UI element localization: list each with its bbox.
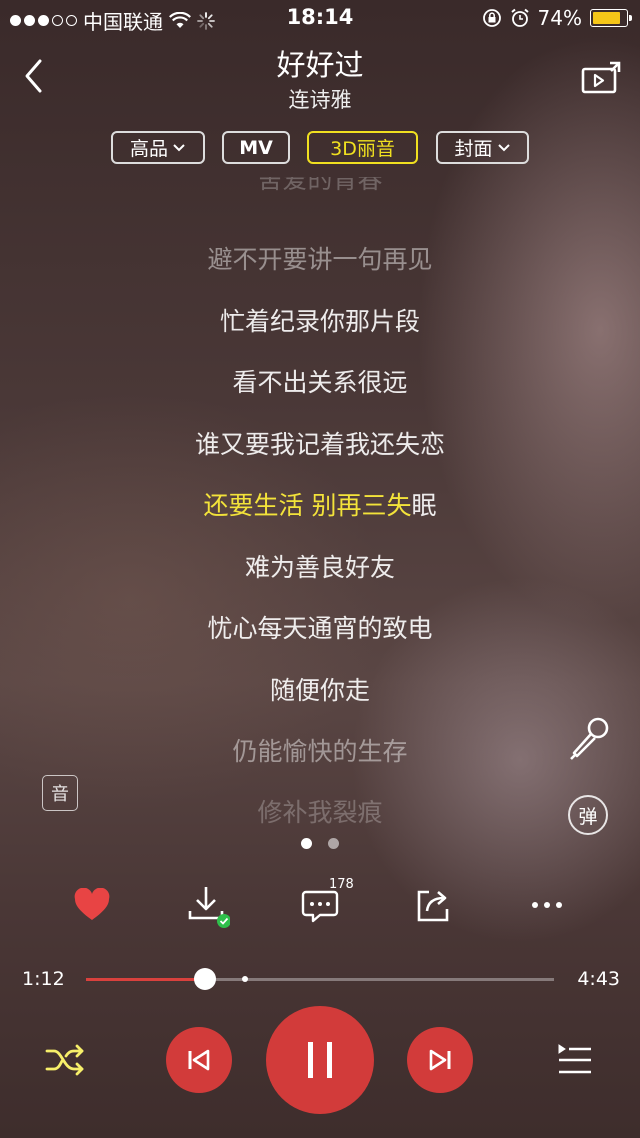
quality-selector[interactable]: 高品 bbox=[111, 131, 205, 164]
lyric-line: 忧心每天通宵的致电 bbox=[207, 614, 433, 643]
song-title: 好好过 bbox=[276, 48, 364, 82]
mv-button[interactable]: MV bbox=[222, 131, 290, 164]
lyric-sung-part: 还要生活 别再三失 bbox=[203, 491, 412, 520]
heart-icon bbox=[74, 888, 110, 920]
lyric-line: 修补我裂痕 bbox=[257, 798, 383, 827]
chevron-down-icon bbox=[173, 143, 185, 151]
chevron-down-icon bbox=[497, 143, 510, 151]
previous-button[interactable] bbox=[166, 1027, 232, 1093]
page-indicator bbox=[328, 838, 339, 849]
more-button[interactable] bbox=[522, 880, 572, 930]
lyric-line: 看不出关系很远 bbox=[232, 368, 408, 397]
more-icon bbox=[532, 902, 562, 908]
lyric-line: 仍能愉快的生存 bbox=[232, 737, 408, 766]
quality-label: 高品 bbox=[129, 138, 168, 160]
current-lyric-line: 还要生活 别再三失眠 bbox=[0, 486, 640, 522]
shuffle-icon[interactable] bbox=[44, 1042, 88, 1078]
lyric-remaining-part: 眠 bbox=[411, 491, 437, 520]
cover-label: 封面 bbox=[454, 138, 493, 160]
alarm-icon bbox=[510, 8, 529, 27]
sound-settings-label: 音 bbox=[51, 784, 69, 805]
previous-icon bbox=[188, 1049, 210, 1071]
next-icon bbox=[429, 1049, 451, 1071]
total-time: 4:43 bbox=[577, 968, 620, 990]
playlist-icon[interactable] bbox=[556, 1042, 594, 1078]
progress-played bbox=[86, 978, 205, 981]
page-indicator-active bbox=[301, 838, 312, 849]
sound-settings-button[interactable]: 音 bbox=[42, 775, 78, 811]
progress-knob[interactable] bbox=[193, 968, 216, 990]
progress-track[interactable] bbox=[86, 978, 554, 981]
next-button[interactable] bbox=[407, 1027, 473, 1093]
danmaku-label: 弹 bbox=[578, 805, 598, 828]
download-button[interactable] bbox=[181, 880, 231, 930]
like-button[interactable] bbox=[67, 880, 117, 930]
sound-effect-button[interactable]: 3D丽音 bbox=[307, 131, 418, 164]
share-button[interactable] bbox=[408, 880, 458, 930]
comment-count: 178 bbox=[329, 877, 354, 892]
orientation-lock-icon bbox=[482, 9, 501, 27]
lyric-line: 难为善良好友 bbox=[244, 553, 395, 582]
buffer-marker bbox=[242, 976, 249, 982]
status-bar: 中国联通 18:14 74% bbox=[0, 0, 640, 36]
artist-name[interactable]: 连诗雅 bbox=[0, 84, 640, 114]
danmaku-button[interactable]: 弹 bbox=[568, 795, 608, 835]
lyric-line: 忙着纪录你那片段 bbox=[219, 307, 420, 336]
status-right: 74% bbox=[482, 6, 632, 30]
download-icon bbox=[188, 887, 230, 928]
mv-label: MV bbox=[239, 136, 273, 159]
lyric-line: 避不开要讲一句再见 bbox=[207, 245, 433, 274]
pause-button[interactable] bbox=[266, 1006, 374, 1114]
sound-effect-label: 3D丽音 bbox=[330, 138, 395, 160]
cover-selector[interactable]: 封面 bbox=[436, 131, 529, 164]
battery-percent: 74% bbox=[537, 6, 582, 30]
pause-icon bbox=[308, 1042, 332, 1078]
lyric-line: 谁又要我记着我还失恋 bbox=[194, 430, 445, 459]
share-icon bbox=[417, 890, 449, 922]
screen-cast-icon[interactable] bbox=[580, 60, 624, 96]
battery-icon bbox=[590, 9, 632, 27]
microphone-icon[interactable] bbox=[566, 715, 612, 761]
lyric-line: 舍爱的青春 bbox=[257, 177, 383, 194]
lyric-line: 随便你走 bbox=[269, 676, 370, 705]
elapsed-time: 1:12 bbox=[22, 968, 65, 990]
